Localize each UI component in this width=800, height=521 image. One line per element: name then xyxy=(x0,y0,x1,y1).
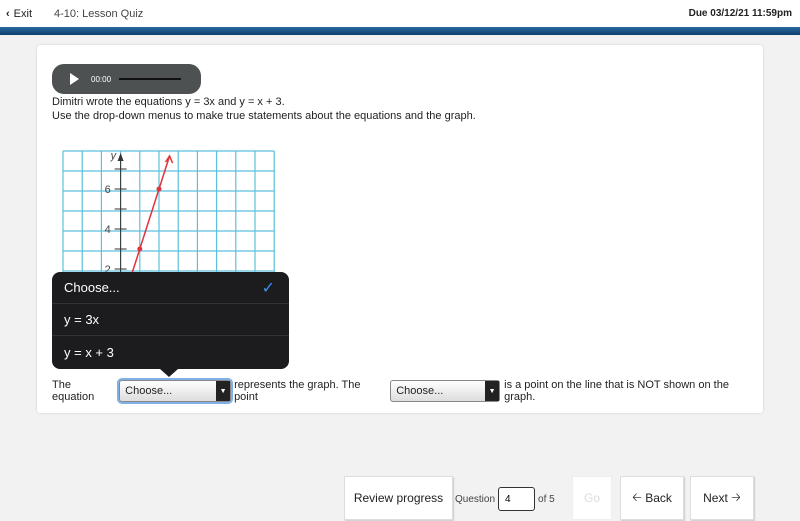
question-total: of 5 xyxy=(538,493,555,505)
option-label: Choose... xyxy=(64,280,120,295)
menu-option[interactable]: Choose... ✓ xyxy=(52,272,289,304)
play-icon[interactable] xyxy=(70,73,79,85)
quiz-title: 4-10: Lesson Quiz xyxy=(54,7,144,20)
sentence-text: is a point on the line that is NOT shown… xyxy=(504,379,729,403)
answer-sentence: The equation Choose... ▼ represents the g… xyxy=(52,379,763,403)
go-button[interactable]: Go xyxy=(572,476,612,520)
question-instructions: Use the drop-down menus to make true sta… xyxy=(52,110,476,122)
question-label: Question xyxy=(455,493,496,505)
graph: y246 xyxy=(62,150,275,284)
select-value: Choose... xyxy=(396,385,444,397)
footer: Review progress Question of 5 Go 🡠 Back … xyxy=(0,473,800,521)
question-number-input[interactable] xyxy=(498,487,536,511)
question-text: Dimitri wrote the equations y = 3x and y… xyxy=(52,96,285,108)
popup-pointer xyxy=(160,369,178,377)
data-point xyxy=(156,186,162,192)
arrow-left-icon: 🡠 xyxy=(632,489,646,504)
menu-option[interactable]: y = 3x xyxy=(52,304,289,336)
equation-select[interactable]: Choose... ▼ xyxy=(119,380,232,402)
chevron-left-icon: ‹ xyxy=(6,7,10,20)
back-button[interactable]: 🡠 Back xyxy=(620,476,684,520)
dropdown-menu: Choose... ✓ y = 3x y = x + 3 xyxy=(52,272,289,369)
next-label: Next xyxy=(703,491,728,505)
chevron-down-icon: ▼ xyxy=(216,381,231,401)
y-tick-label: 6 xyxy=(105,184,111,196)
review-progress-button[interactable]: Review progress xyxy=(344,476,453,520)
header-band xyxy=(0,27,800,35)
y-axis-label: y xyxy=(110,150,118,162)
data-point xyxy=(137,246,143,252)
option-label: y = x + 3 xyxy=(64,344,114,360)
exit-button[interactable]: ‹ Exit xyxy=(6,8,32,20)
audio-progress-slider[interactable] xyxy=(119,78,182,80)
point-select[interactable]: Choose... ▼ xyxy=(390,380,501,402)
checkmark-icon: ✓ xyxy=(261,279,275,297)
sentence-text: The equation xyxy=(52,379,95,403)
y-axis-arrow xyxy=(117,153,124,161)
sentence-text: represents the graph. The point xyxy=(234,379,361,403)
graph-line xyxy=(129,155,171,280)
arrow-right-icon: 🡢 xyxy=(727,489,741,504)
select-value: Choose... xyxy=(125,385,173,397)
question-nav: Question of 5 xyxy=(455,487,555,511)
due-date: Due 03/12/21 11:59pm xyxy=(688,8,792,19)
audio-player: 00:00 xyxy=(52,64,201,94)
back-label: Back xyxy=(645,491,672,505)
chevron-down-icon: ▼ xyxy=(485,381,500,401)
next-button[interactable]: Next 🡢 xyxy=(690,476,754,520)
top-bar: ‹ Exit 4-10: Lesson Quiz Due 03/12/21 11:… xyxy=(0,0,800,27)
option-label: y = 3x xyxy=(64,312,100,327)
menu-option[interactable]: y = x + 3 xyxy=(52,336,289,368)
audio-time: 00:00 xyxy=(91,74,112,84)
y-tick-label: 4 xyxy=(105,224,111,236)
